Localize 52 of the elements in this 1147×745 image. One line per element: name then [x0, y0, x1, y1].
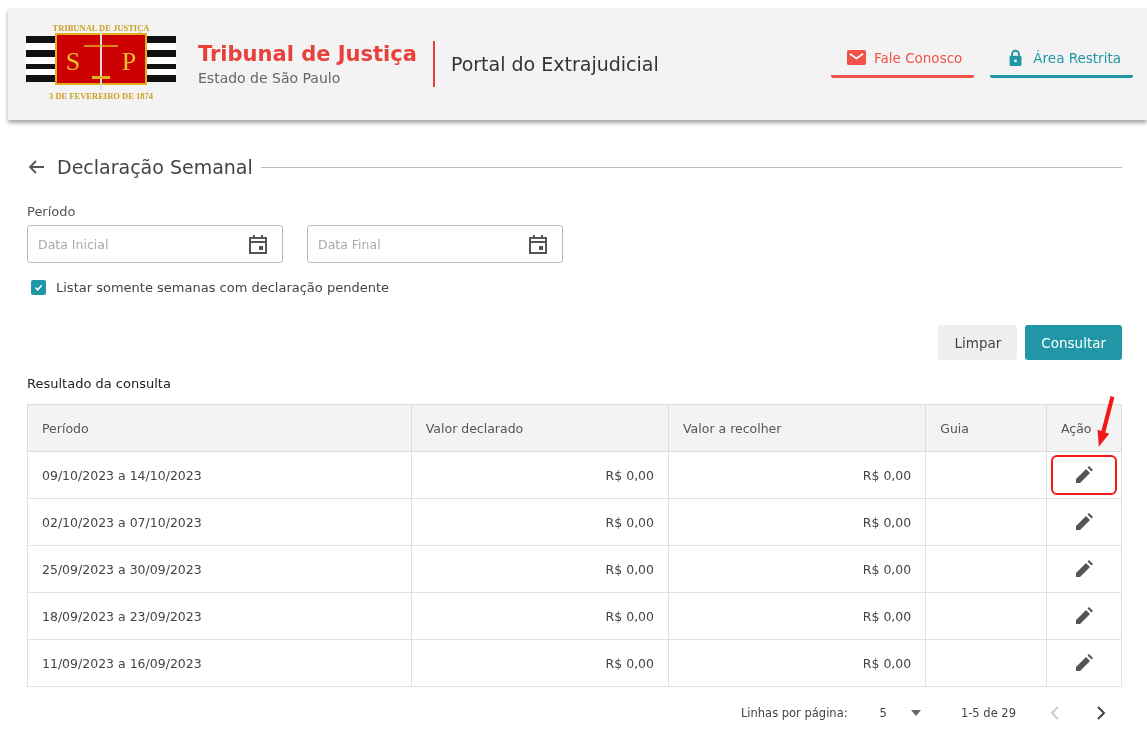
section-title: Resultado da consulta — [27, 376, 172, 391]
table-cell: R$ 0,00 — [411, 639, 669, 687]
calendar-icon[interactable] — [529, 234, 547, 254]
next-page-icon[interactable] — [1096, 705, 1106, 721]
table-cell: R$ 0,00 — [411, 545, 669, 593]
page-range: 1-5 de 29 — [960, 706, 1016, 720]
check-icon — [33, 282, 44, 293]
page-title: Declaração Semanal — [57, 156, 253, 178]
table-cell: R$ 0,00 — [668, 451, 926, 499]
table-cell: R$ 0,00 — [411, 498, 669, 546]
table-cell: R$ 0,00 — [668, 592, 926, 640]
caret-icon[interactable] — [910, 710, 921, 716]
table-cell: 02/10/2023 a 07/10/2023 — [27, 498, 412, 546]
pencil-icon[interactable] — [1074, 465, 1094, 485]
envelope-icon — [847, 49, 866, 66]
header-link[interactable]: Fale Conosco — [831, 49, 975, 78]
state-name: Estado de São Paulo — [198, 70, 342, 86]
column-header: Valor declarado — [411, 404, 669, 452]
clear-button[interactable]: Limpar — [938, 325, 1018, 360]
pencil-icon[interactable] — [1074, 559, 1094, 579]
field-label: Período — [27, 204, 77, 219]
table-cell: R$ 0,00 — [411, 592, 669, 640]
date-field[interactable]: Data Inicial — [27, 225, 283, 263]
court-name: Tribunal de Justiça — [198, 42, 417, 66]
header-link[interactable]: Área Restrita — [990, 49, 1133, 78]
table-cell: 18/09/2023 a 23/09/2023 — [27, 592, 412, 640]
checkbox[interactable] — [31, 280, 46, 295]
logo-letter: P — [121, 47, 137, 76]
column-header: Período — [27, 404, 412, 452]
column-header: Guia — [925, 404, 1047, 452]
logo-text: 3 DE FEVEREIRO DE 1874 — [49, 91, 153, 101]
table-cell: 11/09/2023 a 16/09/2023 — [27, 639, 412, 687]
pencil-icon[interactable] — [1074, 606, 1094, 626]
column-header: Valor a recolher — [668, 404, 926, 452]
date-field[interactable]: Data Final — [307, 225, 563, 263]
pencil-icon[interactable] — [1074, 512, 1094, 532]
table-cell: R$ 0,00 — [668, 498, 926, 546]
table-cell: R$ 0,00 — [668, 639, 926, 687]
checkbox-label: Listar somente semanas com declaração pendente — [56, 280, 389, 295]
logo-text: TRIBUNAL DE JUSTIÇA — [52, 24, 150, 33]
column-header: Ação — [1046, 404, 1122, 452]
portal-title: Portal do Extrajudicial — [450, 53, 659, 75]
rows-per-page-select[interactable]: 5 — [879, 706, 887, 720]
rows-per-page-label: Linhas por página: — [740, 706, 848, 720]
table-cell: R$ 0,00 — [668, 545, 926, 593]
pencil-icon[interactable] — [1074, 653, 1094, 673]
table-cell: 09/10/2023 a 14/10/2023 — [27, 451, 412, 499]
table-cell: R$ 0,00 — [411, 451, 669, 499]
search-button[interactable]: Consultar — [1025, 325, 1122, 360]
table-cell: 25/09/2023 a 30/09/2023 — [27, 545, 412, 593]
logo-letter: S — [65, 47, 81, 76]
calendar-icon[interactable] — [249, 234, 267, 254]
